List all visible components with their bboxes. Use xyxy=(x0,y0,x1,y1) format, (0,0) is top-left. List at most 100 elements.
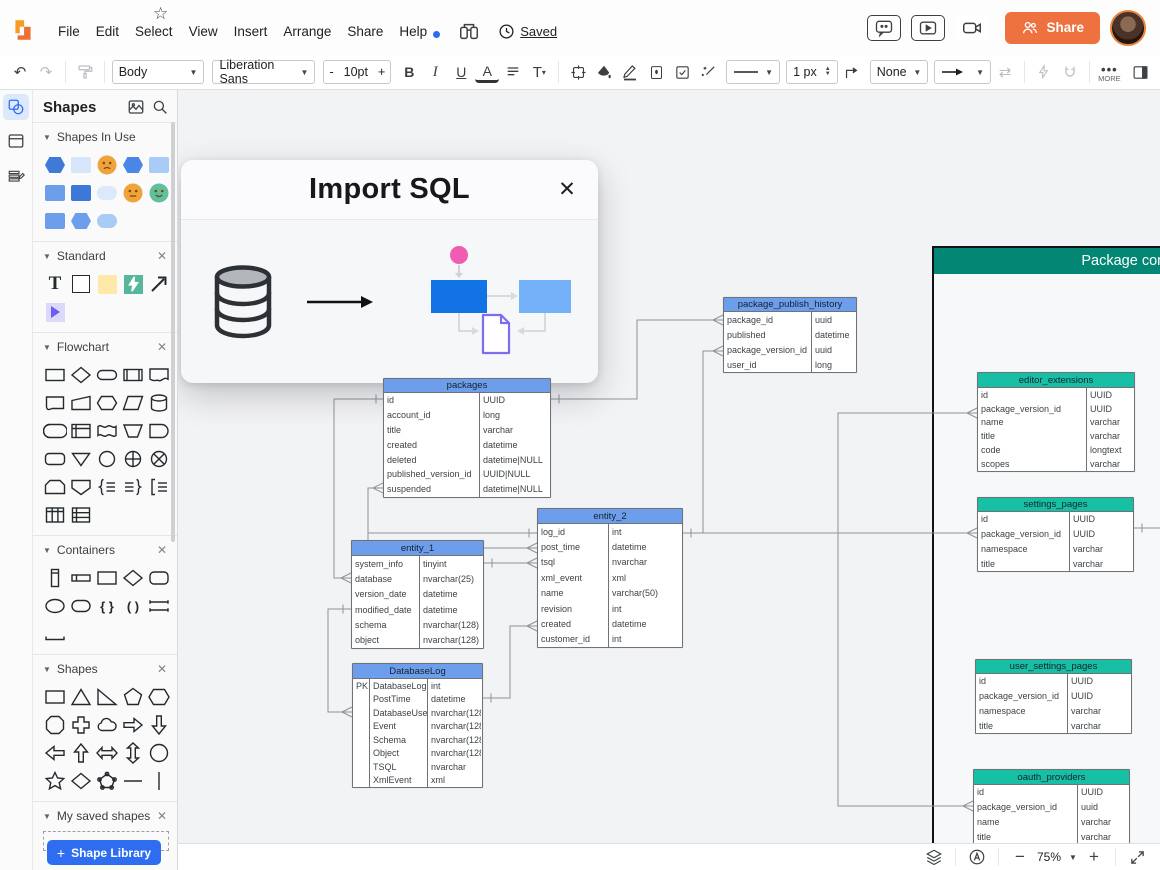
field-type-cell[interactable]: uuid xyxy=(812,342,856,357)
shape-arrow-right[interactable] xyxy=(121,713,145,737)
used-shape-hexagon[interactable] xyxy=(69,209,93,233)
field-type-cell[interactable]: xml xyxy=(428,774,481,788)
field-type-cell[interactable]: datetime xyxy=(420,602,483,617)
autosave-status[interactable]: Saved xyxy=(498,23,557,40)
shape-diamond[interactable] xyxy=(69,769,93,793)
redo-button[interactable]: ↷ xyxy=(34,59,58,85)
text-style-select[interactable]: Body▼ xyxy=(112,60,205,84)
field-type-cell[interactable]: varchar xyxy=(1087,457,1134,471)
field-name-cell[interactable]: title xyxy=(384,423,479,438)
field-name-cell[interactable]: title xyxy=(974,829,1077,844)
field-name-cell[interactable]: title xyxy=(976,718,1067,733)
menu-file[interactable]: File xyxy=(50,18,88,45)
er-table-packages[interactable]: packagesidaccount_idtitlecreateddeletedp… xyxy=(383,378,551,498)
field-name-cell[interactable]: user_id xyxy=(724,357,811,372)
field-name-cell[interactable]: id xyxy=(978,388,1086,402)
used-shape-square[interactable] xyxy=(43,209,67,233)
close-section-icon[interactable]: ✕ xyxy=(153,809,171,823)
line-start-select[interactable]: None▼ xyxy=(870,60,929,84)
shape-star-pentagon[interactable] xyxy=(95,769,119,793)
shape-sticky-note[interactable] xyxy=(95,272,119,296)
shape-internal-storage[interactable] xyxy=(69,419,93,443)
field-name-cell[interactable]: id xyxy=(974,785,1077,800)
presentation-button[interactable] xyxy=(911,15,945,41)
shape-text[interactable]: T xyxy=(43,272,67,296)
share-button[interactable]: Share xyxy=(1005,12,1100,44)
field-name-cell[interactable]: title xyxy=(978,556,1069,571)
er-table-entity_2[interactable]: entity_2log_idpost_timetsqlxml_eventname… xyxy=(537,508,683,648)
shape-preparation[interactable] xyxy=(95,391,119,415)
shape-document[interactable] xyxy=(147,363,171,387)
menu-share[interactable]: Share xyxy=(339,18,391,45)
field-name-cell[interactable]: package_version_id xyxy=(974,800,1077,815)
field-type-cell[interactable]: int xyxy=(428,679,481,693)
shape-rect-container[interactable] xyxy=(95,566,119,590)
field-type-cell[interactable]: uuid xyxy=(1078,800,1129,815)
section-header-inuse[interactable]: ▼Shapes In Use xyxy=(43,130,171,144)
field-type-cell[interactable]: datetime xyxy=(812,327,856,342)
line-end-select[interactable]: ▼ xyxy=(934,60,991,84)
field-name-cell[interactable]: package_version_id xyxy=(978,402,1086,416)
zoom-out-button[interactable]: − xyxy=(1007,846,1033,868)
field-name-cell[interactable]: TSQL xyxy=(370,760,427,774)
field-name-cell[interactable]: namespace xyxy=(976,704,1067,719)
shape-arrow-northeast[interactable] xyxy=(147,272,171,296)
shape-triangle[interactable] xyxy=(69,685,93,709)
field-name-cell[interactable]: published_version_id xyxy=(384,467,479,482)
shape-row-table[interactable] xyxy=(69,503,93,527)
field-type-cell[interactable]: varchar(50) xyxy=(609,586,682,601)
used-shape-square[interactable] xyxy=(69,181,93,205)
field-type-cell[interactable]: nvarchar(128) xyxy=(428,733,481,747)
field-name-cell[interactable]: tsql xyxy=(538,555,608,570)
er-table-user_settings_pages[interactable]: user_settings_pagesidpackage_version_idn… xyxy=(975,659,1132,734)
pages-panel-tab[interactable] xyxy=(3,128,29,154)
field-name-cell[interactable]: database xyxy=(352,571,419,586)
line-width-stepper[interactable]: 1 px ▲▼ xyxy=(786,60,838,84)
shape-merge[interactable] xyxy=(121,419,145,443)
field-type-cell[interactable]: nvarchar(25) xyxy=(420,571,483,586)
field-name-cell[interactable]: log_id xyxy=(538,524,608,539)
shape-frame-lines[interactable] xyxy=(147,594,171,618)
field-type-cell[interactable]: tinyint xyxy=(420,556,483,571)
shape-arrow-up-down[interactable] xyxy=(121,741,145,765)
font-size-value[interactable]: 10pt xyxy=(339,65,373,79)
used-shape-pill[interactable] xyxy=(95,181,119,205)
field-type-cell[interactable]: long xyxy=(480,408,550,423)
format-painter-button[interactable] xyxy=(73,59,97,85)
shape-arrow-down[interactable] xyxy=(147,713,171,737)
field-name-cell[interactable]: package_version_id xyxy=(724,342,811,357)
shape-options-button[interactable] xyxy=(670,59,694,85)
shape-circle[interactable] xyxy=(147,741,171,765)
shape-arrow-left[interactable] xyxy=(43,741,67,765)
search-icon[interactable] xyxy=(151,98,169,116)
field-type-cell[interactable]: uuid xyxy=(812,312,856,327)
shape-octagon[interactable] xyxy=(43,713,67,737)
shape-database[interactable] xyxy=(147,391,171,415)
field-type-cell[interactable]: varchar xyxy=(1068,704,1131,719)
er-table-editor_extensions[interactable]: editor_extensionsidpackage_version_idnam… xyxy=(977,372,1135,472)
shape-vertical-line[interactable] xyxy=(147,769,171,793)
shape-decision[interactable] xyxy=(69,363,93,387)
shape-ellipse-container[interactable] xyxy=(43,594,67,618)
diagram-canvas[interactable]: Package contents Import SQL ✕ xyxy=(178,90,1160,870)
field-type-cell[interactable]: UUID xyxy=(1068,674,1131,689)
shape-arrow-left-right[interactable] xyxy=(95,741,119,765)
undo-button[interactable]: ↶ xyxy=(8,59,32,85)
section-header-saved[interactable]: ▼My saved shapes✕ xyxy=(43,809,171,823)
field-name-cell[interactable]: XmlEvent xyxy=(370,774,427,788)
field-type-cell[interactable]: UUID|NULL xyxy=(480,467,550,482)
used-shape-square[interactable] xyxy=(147,153,171,177)
accessibility-button[interactable] xyxy=(964,846,990,868)
shape-lightning[interactable] xyxy=(121,272,145,296)
field-type-cell[interactable]: varchar xyxy=(1087,429,1134,443)
field-name-cell[interactable]: modified_date xyxy=(352,602,419,617)
fullscreen-button[interactable] xyxy=(1124,846,1150,868)
menu-help[interactable]: Help xyxy=(391,18,435,45)
video-meeting-button[interactable] xyxy=(955,15,989,41)
font-size-decrease[interactable]: - xyxy=(324,65,338,79)
magic-wand-button[interactable] xyxy=(696,59,720,85)
field-type-cell[interactable]: int xyxy=(609,524,682,539)
field-name-cell[interactable]: version_date xyxy=(352,587,419,602)
shape-horizontal-container[interactable] xyxy=(69,566,93,590)
field-type-cell[interactable]: datetime xyxy=(480,437,550,452)
